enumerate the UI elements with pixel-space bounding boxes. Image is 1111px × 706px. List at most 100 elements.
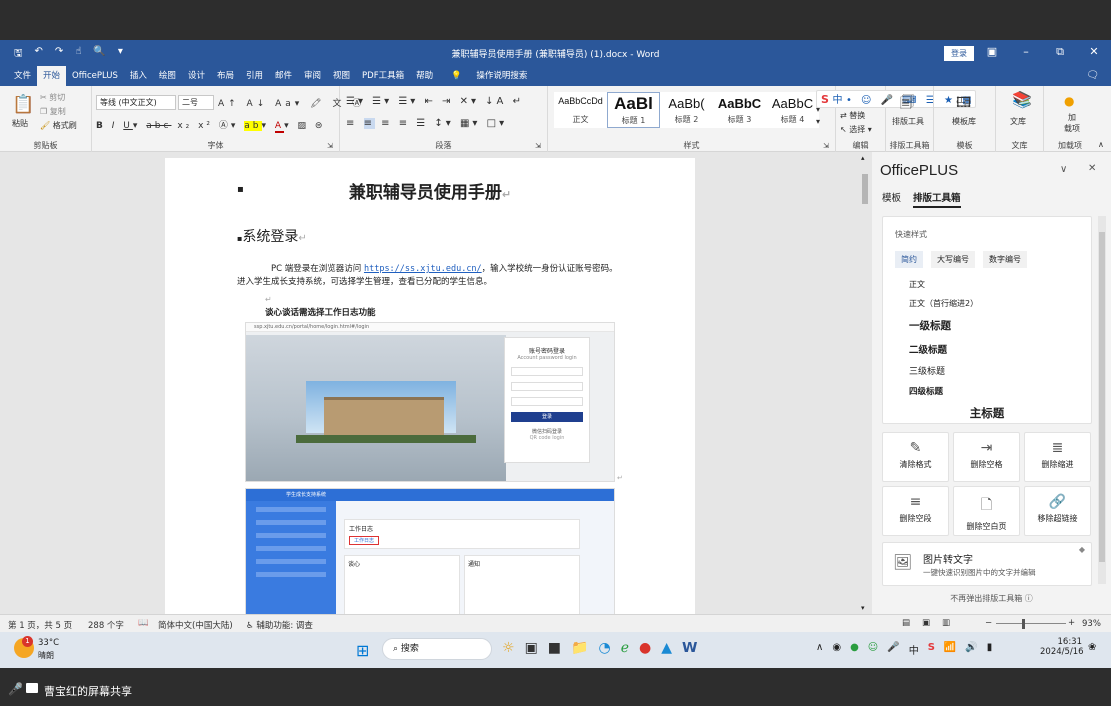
panel-footer[interactable]: 不再弹出排版工具箱 ⓘ [872,593,1111,604]
addin-button[interactable]: 加载项 [1064,112,1080,134]
style-h4[interactable]: 四级标题 [909,385,943,397]
style-gallery-item-0[interactable]: AaBbCcDd 正文 [554,92,607,128]
scroll-down-icon[interactable]: ▾ [861,604,865,612]
collapse-ribbon-icon[interactable]: ∧ [1098,140,1104,149]
minimize-button[interactable]: – [1009,40,1043,66]
office-app-icon[interactable]: ● [639,640,651,656]
task-view-icon[interactable]: ▣ [525,640,538,656]
menu-tab-1[interactable]: 开始 [37,66,67,86]
widgets-app-icon[interactable]: ☼ [502,640,515,656]
menu-tab-0[interactable]: 文件 [8,66,37,86]
menu-tab-6[interactable]: 布局 [211,66,240,86]
document-scrollbar[interactable]: ▴ ▾ [858,152,872,614]
tell-me-search[interactable]: 💡 操作说明搜索 [439,66,539,86]
menu-tab-4[interactable]: 绘图 [153,66,182,86]
panel-collapse-icon[interactable]: ∨ [1060,164,1067,175]
zoom-level[interactable]: 93% [1082,619,1101,629]
style-h1[interactable]: 一级标题 [909,318,951,333]
terminal-app-icon[interactable]: ■ [548,640,561,656]
wifi-icon[interactable]: 📶 [944,642,956,657]
edge-app-icon[interactable]: ◔ [598,640,610,656]
format-painter-button[interactable]: 🖌 格式刷 [40,120,77,131]
menu-tab-2[interactable]: OfficePLUS [66,66,124,86]
style-gallery-item-3[interactable]: AaBbC 标题 3 [713,92,766,128]
font-style-tools[interactable]: B I U▾ abc x₂ x² Ⓐ▾ ab▾ A▾ ▨ ⊜ [96,118,325,133]
list-tools[interactable]: ☰▾ ☰▾ ☰▾ ⇤ ⇥ ✕▾ ↓A ↵ [346,96,524,107]
paste-button[interactable]: 粘贴 [12,118,28,129]
tray-chevron-icon[interactable]: ∧ [816,642,823,657]
remove-spaces-tool[interactable]: ⇥ 删除空格 [953,432,1020,482]
style-body-indent[interactable]: 正文（首行缩进2） [909,298,978,309]
cut-button[interactable]: ✂ 剪切 [40,92,65,103]
zoom-out-icon[interactable]: − [985,618,992,628]
copy-button[interactable]: ❐ 复制 [40,106,66,117]
layout-tool-button[interactable]: 排版工具 [892,116,924,127]
tray-app-icon[interactable]: ◉ [832,642,841,657]
start-icon[interactable]: ⊞ [356,641,369,660]
tray-sogou-icon[interactable]: S [928,642,935,657]
status-lang[interactable]: 简体中文(中国大陆) [158,619,233,631]
share-mic-icon[interactable]: 🎤 [8,682,23,696]
panel-tab-template[interactable]: 模板 [882,190,901,208]
panel-tab-layout[interactable]: 排版工具箱 [913,190,961,208]
status-words[interactable]: 288 个字 [88,619,124,631]
styles-dialog-launcher[interactable]: ⇲ [823,142,829,150]
menu-tab-3[interactable]: 插入 [124,66,153,86]
tray-mic-icon[interactable]: 🎤 [887,642,899,657]
proofing-icon[interactable]: 📖 [138,618,149,628]
menu-tab-10[interactable]: 视图 [327,66,356,86]
style-gallery-item-1[interactable]: AaBl 标题 1 [607,92,660,128]
tray-ime[interactable]: 中 [909,642,919,657]
chip-simple[interactable]: 简约 [895,251,923,268]
align-tools[interactable]: ≡ ≡ ≡ ≡ ☰ ↕▾ ▦▾ □▾ [346,118,507,129]
style-h3[interactable]: 三级标题 [909,364,945,377]
template-lib-button[interactable]: 模板库 [952,116,976,127]
style-gallery-item-4[interactable]: AaBbC 标题 4 [766,92,819,128]
remove-hyperlink-tool[interactable]: 🔗 移除超链接 [1024,486,1091,536]
explorer-app-icon[interactable]: 📁 [571,640,588,656]
select-button[interactable]: ↖ 选择 ▾ [840,124,872,135]
style-body[interactable]: 正文 [909,279,925,290]
chip-digit-number[interactable]: 数字编号 [983,251,1027,268]
style-main-title[interactable]: 主标题 [883,405,1091,421]
status-page[interactable]: 第 1 页，共 5 页 [8,619,72,631]
zoom-in-icon[interactable]: + [1068,618,1075,628]
tray-wechat-icon[interactable]: ☺ [868,642,878,657]
meeting-app-icon[interactable]: ▲ [661,640,672,656]
panel-scrollbar[interactable] [1098,216,1106,584]
panel-close-icon[interactable]: ✕ [1088,163,1096,174]
menu-tab-11[interactable]: PDF工具箱 [356,66,410,86]
panel-scrollbar-thumb[interactable] [1099,232,1105,562]
login-button[interactable]: 登录 [944,46,974,61]
battery-icon[interactable]: ▮ [987,642,993,657]
ribbon-display-icon[interactable]: ▣ [975,40,1009,66]
style-h2[interactable]: 二级标题 [909,342,947,356]
library-button[interactable]: 文库 [1010,116,1026,127]
menu-tab-12[interactable]: 帮助 [410,66,439,86]
font-name-select[interactable]: 等线 (中文正文) [96,95,176,110]
notification-icon[interactable]: ❀ [1088,642,1096,653]
menu-tab-7[interactable]: 引用 [240,66,269,86]
word-app-icon[interactable]: 𝗪 [682,640,697,656]
comments-icon[interactable]: 🗨 [1086,70,1099,81]
font-dialog-launcher[interactable]: ⇲ [327,142,333,150]
remove-blank-page-tool[interactable]: 🗋 删除空白页 [953,486,1020,536]
view-mode-icons[interactable]: ▤▣▥ [902,618,962,628]
remove-indent-tool[interactable]: ≣ 删除缩进 [1024,432,1091,482]
menu-tab-9[interactable]: 审阅 [298,66,327,86]
menu-tab-8[interactable]: 邮件 [269,66,298,86]
zoom-slider[interactable] [996,623,1066,624]
tray-green-icon[interactable]: ● [850,642,859,657]
ocr-card[interactable]: 🖼 图片转文字 一键快速识别图片中的文字并编辑 ◆ [882,542,1092,586]
close-button[interactable]: ✕ [1077,40,1111,66]
clear-format-tool[interactable]: ✎ 清除格式 [882,432,949,482]
style-gallery-item-2[interactable]: AaBb(标题 2 [660,92,713,128]
zoom-slider-handle[interactable] [1022,619,1025,629]
remove-empty-para-tool[interactable]: ≡ 删除空段 [882,486,949,536]
scrollbar-thumb[interactable] [862,174,868,204]
font-size-select[interactable]: 二号 [178,95,214,110]
chip-upper-number[interactable]: 大写编号 [931,251,975,268]
taskbar-search[interactable]: ⌕ 搜索 [382,638,492,660]
clock[interactable]: 16:31 2024/5/16 [1040,637,1084,657]
restore-button[interactable]: ⧉ [1043,40,1077,66]
